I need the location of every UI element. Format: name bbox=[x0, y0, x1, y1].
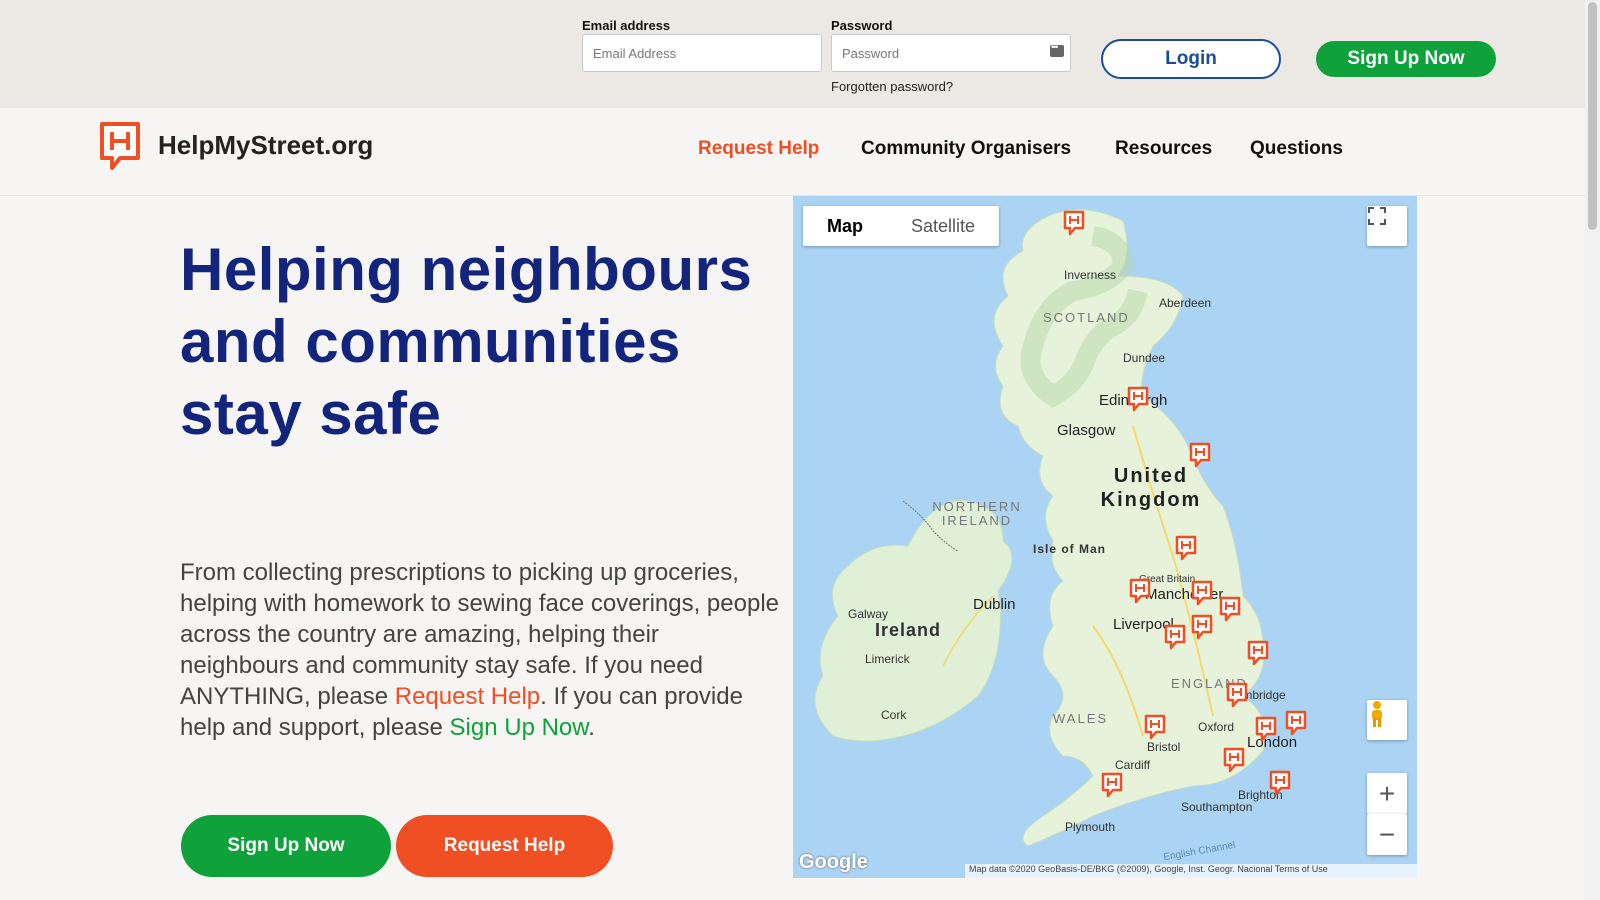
scroll-thumb[interactable] bbox=[1588, 2, 1597, 230]
coverage-map[interactable]: Map Satellite + − Inverness Aberdeen SCO… bbox=[793, 196, 1417, 878]
sign-up-inline-link[interactable]: Sign Up Now bbox=[450, 714, 589, 741]
map-label-southampton: Southampton bbox=[1181, 800, 1253, 814]
map-label-wales: WALES bbox=[1053, 711, 1109, 726]
helpmystreet-marker-icon[interactable] bbox=[1164, 624, 1186, 650]
map-label-cardiff: Cardiff bbox=[1115, 758, 1151, 772]
logo-icon[interactable] bbox=[98, 120, 142, 172]
sign-up-button-top[interactable]: Sign Up Now bbox=[1316, 41, 1496, 77]
map-label-plymouth: Plymouth bbox=[1065, 820, 1116, 834]
map-label-galway: Galway bbox=[848, 607, 889, 621]
map-label-glasgow: Glasgow bbox=[1057, 422, 1116, 439]
helpmystreet-marker-icon[interactable] bbox=[1189, 442, 1211, 468]
hero-body-text-end: . bbox=[588, 714, 595, 741]
helpmystreet-marker-icon[interactable] bbox=[1191, 580, 1213, 606]
map-type-map[interactable]: Map bbox=[803, 206, 887, 246]
email-input[interactable] bbox=[582, 34, 822, 72]
map-label-isle-of-man: Isle of Man bbox=[1033, 542, 1107, 556]
google-logo: Google bbox=[799, 851, 868, 873]
map-label-northern-ireland: NORTHERN IRELAND bbox=[932, 499, 1022, 528]
request-help-button[interactable]: Request Help bbox=[396, 815, 613, 877]
map-type-satellite[interactable]: Satellite bbox=[887, 206, 999, 246]
helpmystreet-marker-icon[interactable] bbox=[1219, 596, 1241, 622]
map-label-cork: Cork bbox=[881, 708, 907, 722]
helpmystreet-marker-icon[interactable] bbox=[1144, 714, 1166, 740]
helpmystreet-marker-icon[interactable] bbox=[1247, 640, 1269, 666]
map-label-ireland: Ireland bbox=[875, 620, 942, 640]
zoom-in-icon[interactable]: + bbox=[1367, 773, 1407, 814]
map-label-oxford: Oxford bbox=[1198, 720, 1235, 734]
hero-title: Helping neighbours and communities stay … bbox=[180, 236, 753, 447]
page-scrollbar[interactable] bbox=[1585, 0, 1600, 900]
nav-resources[interactable]: Resources bbox=[1115, 138, 1212, 160]
helpmystreet-marker-icon[interactable] bbox=[1101, 772, 1123, 798]
helpmystreet-marker-icon[interactable] bbox=[1127, 386, 1149, 412]
helpmystreet-marker-icon[interactable] bbox=[1191, 614, 1213, 640]
nav-community-organisers[interactable]: Community Organisers bbox=[861, 138, 1071, 160]
request-help-inline-link[interactable]: Request Help bbox=[395, 683, 540, 710]
helpmystreet-marker-icon[interactable] bbox=[1255, 716, 1277, 742]
helpmystreet-marker-icon[interactable] bbox=[1269, 770, 1291, 796]
password-label: Password bbox=[831, 18, 893, 33]
forgot-password-link[interactable]: Forgotten password? bbox=[831, 79, 953, 94]
sign-up-button[interactable]: Sign Up Now bbox=[181, 815, 391, 877]
map-label-aberdeen: Aberdeen bbox=[1159, 296, 1212, 310]
helpmystreet-marker-icon[interactable] bbox=[1226, 682, 1248, 708]
helpmystreet-marker-icon[interactable] bbox=[1129, 578, 1151, 604]
fullscreen-icon[interactable] bbox=[1367, 206, 1407, 246]
login-bar: Email address Password Forgotten passwor… bbox=[0, 0, 1585, 108]
helpmystreet-marker-icon[interactable] bbox=[1285, 710, 1307, 736]
map-label-scotland: SCOTLAND bbox=[1043, 310, 1130, 325]
helpmystreet-marker-icon[interactable] bbox=[1175, 535, 1197, 561]
nav-request-help[interactable]: Request Help bbox=[698, 138, 819, 160]
hero-description: From collecting prescriptions to picking… bbox=[180, 557, 780, 743]
map-type-toggle: Map Satellite bbox=[803, 206, 1000, 246]
zoom-out-icon[interactable]: − bbox=[1367, 814, 1407, 855]
login-button[interactable]: Login bbox=[1101, 39, 1281, 79]
nav-questions[interactable]: Questions bbox=[1250, 138, 1343, 160]
helpmystreet-marker-icon[interactable] bbox=[1063, 210, 1085, 236]
map-label-uk: United Kingdom bbox=[1100, 465, 1202, 511]
pegman-icon[interactable] bbox=[1367, 700, 1407, 740]
map-label-dublin: Dublin bbox=[973, 596, 1016, 613]
map-label-bristol: Bristol bbox=[1147, 740, 1181, 754]
map-label-dundee: Dundee bbox=[1123, 351, 1166, 365]
map-label-inverness: Inverness bbox=[1064, 268, 1117, 282]
map-attribution[interactable]: Map data ©2020 GeoBasis-DE/BKG (©2009), … bbox=[965, 864, 1417, 878]
main-nav: HelpMyStreet.org Request Help Community … bbox=[0, 108, 1585, 196]
map-label-limerick: Limerick bbox=[865, 652, 910, 666]
password-manager-icon[interactable] bbox=[1050, 42, 1064, 57]
password-input[interactable] bbox=[831, 34, 1071, 72]
email-label: Email address bbox=[582, 18, 671, 33]
site-name[interactable]: HelpMyStreet.org bbox=[158, 130, 373, 161]
helpmystreet-marker-icon[interactable] bbox=[1223, 747, 1245, 773]
